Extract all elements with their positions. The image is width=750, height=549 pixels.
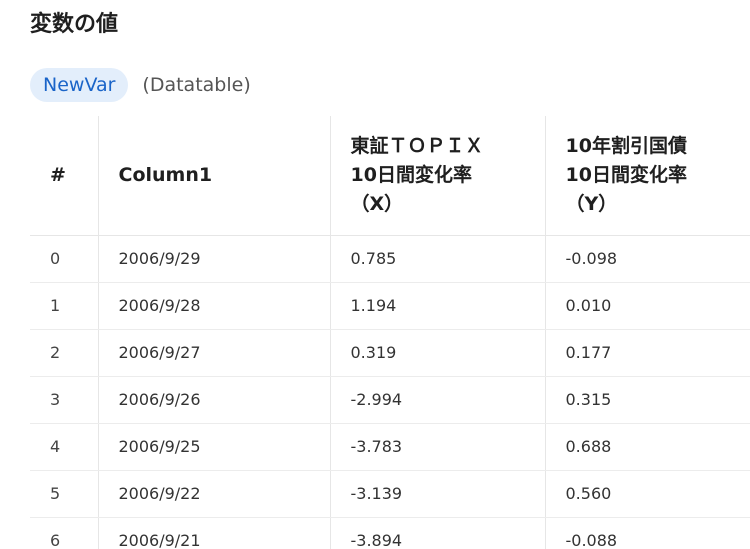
table-row[interactable]: 2 2006/9/27 0.319 0.177 [30, 329, 750, 377]
cell-topix-change: 0.319 [330, 329, 546, 377]
column-header-column1: Column1 [98, 116, 331, 236]
cell-jgb-change: 0.560 [545, 470, 750, 518]
cell-topix-change: -3.139 [330, 470, 546, 518]
cell-index: 3 [30, 376, 99, 424]
datatable-view[interactable]: # Column1 東証ＴＯＰＩＸ 10日間変化率 （X） 10年割引国債 10… [30, 116, 750, 549]
cell-date: 2006/9/27 [98, 329, 331, 377]
table-row[interactable]: 3 2006/9/26 -2.994 0.315 [30, 376, 750, 424]
cell-date: 2006/9/26 [98, 376, 331, 424]
cell-topix-change: 1.194 [330, 282, 546, 330]
cell-index: 2 [30, 329, 99, 377]
cell-topix-change: -2.994 [330, 376, 546, 424]
column-header-label-line: 東証ＴＯＰＩＸ [350, 134, 484, 157]
table-row[interactable]: 0 2006/9/29 0.785 -0.098 [30, 235, 750, 283]
cell-topix-change: -3.783 [330, 423, 546, 471]
column-header-label: # [50, 163, 66, 186]
column-header-jgb-change: 10年割引国債 10日間変化率 （Y） [545, 116, 750, 236]
table-header-row: # Column1 東証ＴＯＰＩＸ 10日間変化率 （X） 10年割引国債 10… [30, 116, 750, 236]
column-header-label-line: 10日間変化率 [565, 163, 687, 186]
table-row[interactable]: 4 2006/9/25 -3.783 0.688 [30, 423, 750, 471]
cell-jgb-change: -0.088 [545, 517, 750, 549]
variable-info: NewVar (Datatable) [30, 68, 251, 102]
cell-jgb-change: 0.315 [545, 376, 750, 424]
cell-index: 0 [30, 235, 99, 283]
cell-index: 5 [30, 470, 99, 518]
table-row[interactable]: 6 2006/9/21 -3.894 -0.088 [30, 517, 750, 549]
column-header-label-line: （X） [350, 192, 404, 215]
cell-index: 6 [30, 517, 99, 549]
column-header-topix-change: 東証ＴＯＰＩＸ 10日間変化率 （X） [330, 116, 546, 236]
table-body: 0 2006/9/29 0.785 -0.098 1 2006/9/28 1.194 0.01… [30, 235, 750, 549]
variable-name-chip[interactable]: NewVar [30, 68, 129, 102]
column-header-label-line: （Y） [565, 192, 618, 215]
variable-values-panel: 変数の値 NewVar (Datatable) # Column1 東証ＴＯＰＩ… [0, 0, 750, 549]
cell-topix-change: 0.785 [330, 235, 546, 283]
variable-type-label: (Datatable) [142, 74, 251, 96]
table-row[interactable]: 5 2006/9/22 -3.139 0.560 [30, 470, 750, 518]
page-title: 変数の値 [30, 12, 119, 37]
cell-jgb-change: 0.177 [545, 329, 750, 377]
cell-date: 2006/9/29 [98, 235, 331, 283]
cell-date: 2006/9/28 [98, 282, 331, 330]
cell-index: 4 [30, 423, 99, 471]
column-header-label: Column1 [118, 163, 213, 186]
table-row[interactable]: 1 2006/9/28 1.194 0.010 [30, 282, 750, 330]
column-header-label-line: 10年割引国債 [565, 134, 687, 157]
cell-index: 1 [30, 282, 99, 330]
column-header-index: # [30, 116, 99, 236]
cell-jgb-change: -0.098 [545, 235, 750, 283]
cell-jgb-change: 0.010 [545, 282, 750, 330]
cell-date: 2006/9/21 [98, 517, 331, 549]
cell-jgb-change: 0.688 [545, 423, 750, 471]
cell-date: 2006/9/22 [98, 470, 331, 518]
cell-date: 2006/9/25 [98, 423, 331, 471]
column-header-label-line: 10日間変化率 [350, 163, 472, 186]
datatable: # Column1 東証ＴＯＰＩＸ 10日間変化率 （X） 10年割引国債 10… [30, 116, 750, 549]
cell-topix-change: -3.894 [330, 517, 546, 549]
